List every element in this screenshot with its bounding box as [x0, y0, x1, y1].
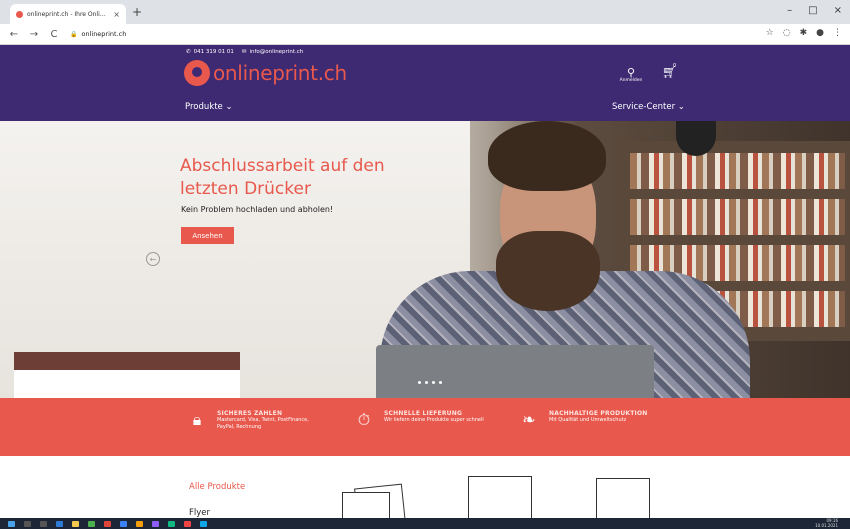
site-favicon-icon: [16, 10, 23, 18]
feature-secure-payment: 🔒︎ SICHERES ZAHLEN Mastercard, Visa, Twi…: [186, 410, 317, 430]
carousel-dot[interactable]: [425, 381, 428, 384]
phone-link[interactable]: ✆ 041 319 01 01: [186, 49, 234, 55]
profile-icon[interactable]: ●: [816, 28, 824, 38]
hero-person-beard: [496, 231, 600, 311]
app-icon[interactable]: [168, 520, 175, 527]
logo-text: onlineprint.ch: [213, 61, 347, 85]
extension-icon[interactable]: ◌: [783, 28, 791, 38]
account-button[interactable]: ⚲ Anmelden: [616, 67, 646, 83]
browser-tab[interactable]: onlineprint.ch - Ihre Onlinedruck ×: [10, 4, 126, 24]
app-icon[interactable]: [120, 520, 127, 527]
hero-banner: Abschlussarbeit auf den letzten Drücker …: [0, 121, 850, 398]
extension-icons: ☆ ◌ ✱ ● ⋮: [766, 28, 842, 38]
hero-person-hair: [488, 121, 606, 191]
chrome-icon[interactable]: [136, 520, 143, 527]
reload-icon[interactable]: C: [48, 29, 60, 40]
site-logo[interactable]: onlineprint.ch: [184, 60, 347, 86]
logo-icon: [184, 60, 210, 86]
tab-strip: onlineprint.ch - Ihre Onlinedruck × + – …: [0, 0, 850, 24]
app-icon[interactable]: [88, 520, 95, 527]
site-header: ✆ 041 319 01 01 ✉ info@onlineprint.ch onli…: [0, 45, 850, 121]
account-label: Anmelden: [619, 78, 643, 83]
feature-sustainable: ❧ NACHHALTIGE PRODUKTION Mit Qualität un…: [518, 410, 649, 430]
feature-text: Mastercard, Visa, Twint, PostFinance, Pa…: [217, 417, 309, 430]
feature-text: Wir liefern deine Produkte super schnell: [384, 417, 484, 423]
cart-count: 0: [673, 63, 677, 69]
new-tab-button[interactable]: +: [132, 5, 142, 19]
feature-text: Mit Qualität und Umweltschutz: [549, 417, 627, 423]
hero-cta-button[interactable]: Ansehen: [181, 227, 234, 244]
app-icon[interactable]: [104, 520, 111, 527]
url-text: onlineprint.ch: [81, 30, 127, 38]
products-section: Alle Produkte Flyer: [0, 456, 850, 529]
user-icon: ⚲: [626, 66, 636, 79]
tab-title: onlineprint.ch - Ihre Onlinedruck: [27, 10, 109, 18]
more-menu-icon[interactable]: ⋮: [833, 28, 842, 38]
carousel-dot[interactable]: [418, 381, 421, 384]
window-controls: – □ ×: [787, 5, 842, 16]
task-view-icon[interactable]: [40, 520, 47, 527]
app-icon[interactable]: [200, 520, 207, 527]
lock-icon: 🔒︎: [192, 410, 202, 429]
nav-service-center[interactable]: Service-Center ⌄: [612, 102, 685, 112]
phone-icon: ✆: [186, 49, 191, 55]
edge-icon[interactable]: [56, 520, 63, 527]
minimize-button[interactable]: –: [787, 5, 792, 16]
taskbar-clock[interactable]: 09:16 10.01.2021: [815, 518, 838, 528]
start-icon[interactable]: [8, 520, 15, 527]
close-window-button[interactable]: ×: [834, 5, 842, 16]
category-flyer-link[interactable]: Flyer: [189, 508, 210, 518]
feature-title: SCHNELLE LIEFERUNG: [384, 410, 463, 417]
feature-title: SICHERES ZAHLEN: [217, 410, 283, 417]
hero-subtitle: Kein Problem hochladen und abholen!: [181, 205, 334, 214]
feature-title: NACHHALTIGE PRODUKTION: [549, 410, 648, 417]
carousel-dots: [418, 381, 442, 384]
bookmark-star-icon[interactable]: ☆: [766, 28, 774, 38]
feature-fast-delivery: ⏱︎ SCHNELLE LIEFERUNG Wir liefern deine …: [353, 410, 484, 430]
book-image: [14, 352, 240, 398]
all-products-link[interactable]: Alle Produkte: [189, 482, 245, 492]
mail-icon: ✉: [241, 49, 247, 55]
carousel-prev-icon[interactable]: ←: [146, 252, 160, 266]
contact-bar: ✆ 041 319 01 01 ✉ info@onlineprint.ch: [186, 49, 303, 55]
tab-close-icon[interactable]: ×: [113, 10, 120, 19]
leaf-icon: ❧: [522, 410, 536, 429]
app-icon[interactable]: [184, 520, 191, 527]
address-bar: ← → C 🔒 onlineprint.ch ☆ ◌ ✱ ● ⋮: [0, 24, 850, 45]
url-field[interactable]: 🔒 onlineprint.ch: [70, 30, 126, 38]
puzzle-icon[interactable]: ✱: [800, 28, 808, 38]
explorer-icon[interactable]: [72, 520, 79, 527]
carousel-dot[interactable]: [432, 381, 435, 384]
carousel-dot[interactable]: [439, 381, 442, 384]
laptop-image: [376, 345, 654, 398]
nav-products[interactable]: Produkte ⌄: [185, 102, 233, 112]
hero-title: Abschlussarbeit auf den letzten Drücker: [180, 156, 385, 199]
stopwatch-icon: ⏱︎: [357, 410, 371, 429]
feature-bar: 🔒︎ SICHERES ZAHLEN Mastercard, Visa, Twi…: [0, 398, 850, 456]
browser-window: onlineprint.ch - Ihre Onlinedruck × + – …: [0, 0, 850, 529]
cart-button[interactable]: 🛒︎ 0: [662, 63, 677, 79]
search-icon[interactable]: [24, 520, 31, 527]
maximize-button[interactable]: □: [808, 5, 817, 16]
forward-arrow-icon[interactable]: →: [28, 29, 40, 40]
email-link[interactable]: ✉ info@onlineprint.ch: [242, 49, 303, 55]
app-icon[interactable]: [152, 520, 159, 527]
back-arrow-icon[interactable]: ←: [8, 29, 20, 40]
os-taskbar: 09:16 10.01.2021: [0, 518, 850, 529]
lock-icon: 🔒: [70, 30, 78, 38]
